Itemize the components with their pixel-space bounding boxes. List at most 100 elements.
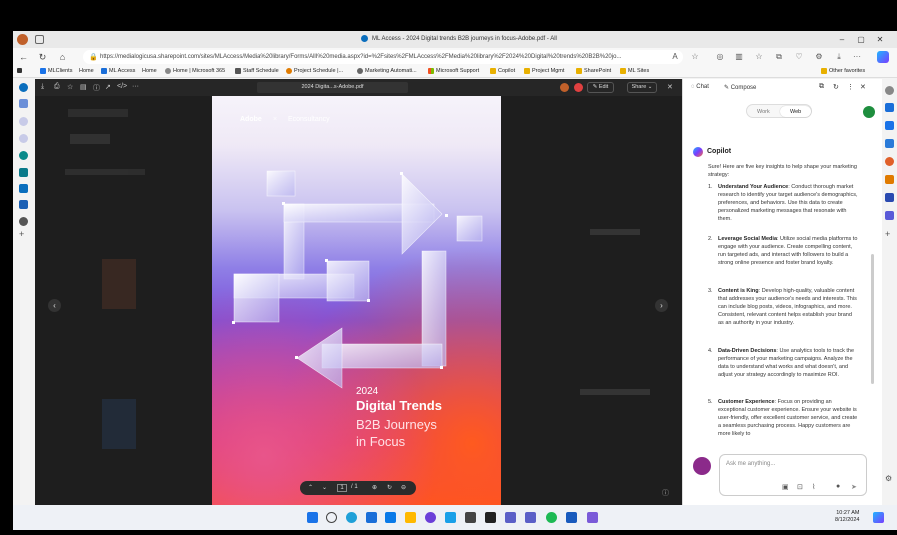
start-icon[interactable] bbox=[307, 512, 318, 523]
share-button[interactable]: Share ⌄ bbox=[627, 82, 657, 93]
app-icon[interactable] bbox=[485, 512, 496, 523]
fav-sharepoint[interactable]: SharePoint bbox=[576, 68, 611, 74]
close-icon[interactable]: ✕ bbox=[874, 34, 886, 45]
teams-icon[interactable] bbox=[505, 512, 516, 523]
favorite-star-icon[interactable]: ☆ bbox=[689, 51, 701, 63]
browser-essentials-icon[interactable]: ♡ bbox=[793, 51, 805, 63]
close-pane-icon[interactable]: ✕ bbox=[860, 83, 866, 91]
fav-microsoft-365[interactable]: Home | Microsoft 365 bbox=[165, 68, 225, 74]
fav-microsoft-support[interactable]: Microsoft Support bbox=[428, 68, 479, 74]
favorites-icon[interactable]: ☆ bbox=[753, 51, 765, 63]
page-down-icon[interactable]: ⌄ bbox=[322, 484, 327, 491]
work-web-toggle[interactable]: Work Web bbox=[746, 104, 812, 118]
fav-ml-sites[interactable]: ML Sites bbox=[620, 68, 649, 74]
fav-project-schedule[interactable]: Project Schedule |... bbox=[286, 68, 343, 74]
more-options-icon[interactable]: ⋮ bbox=[847, 83, 854, 91]
url-input[interactable]: 🔒 https://medialogicusa.sharepoint.com/s… bbox=[83, 50, 683, 64]
save-icon[interactable]: ▤ bbox=[80, 83, 87, 91]
app-icon[interactable] bbox=[465, 512, 476, 523]
code-icon[interactable]: </> bbox=[117, 83, 127, 90]
next-page-arrow-icon[interactable]: › bbox=[655, 299, 668, 312]
rail-app-icon[interactable] bbox=[19, 134, 28, 143]
app-icon[interactable] bbox=[587, 512, 598, 523]
refresh-icon[interactable]: ↻ bbox=[36, 51, 49, 64]
new-topic-icon[interactable] bbox=[693, 457, 711, 475]
info-icon[interactable]: ⓘ bbox=[93, 83, 100, 93]
downloads-icon[interactable]: ⤓ bbox=[833, 51, 845, 63]
toggle-work[interactable]: Work bbox=[757, 109, 770, 115]
clock[interactable]: 10:27 AM 8/12/2024 bbox=[835, 510, 859, 524]
back-icon[interactable]: ← bbox=[17, 51, 30, 64]
open-new-tab-icon[interactable]: ⧉ bbox=[819, 83, 824, 91]
scrollbar[interactable] bbox=[871, 254, 874, 384]
rail-app-icon[interactable] bbox=[19, 83, 28, 92]
other-favorites[interactable]: Other favorites bbox=[821, 68, 865, 74]
rotate-icon[interactable]: ↻ bbox=[387, 484, 392, 491]
fav-staff-schedule[interactable]: Staff Schedule bbox=[235, 68, 279, 74]
fav-home-1[interactable]: Home bbox=[79, 68, 94, 74]
acrobat-icon[interactable] bbox=[574, 83, 583, 92]
rail-app-icon[interactable] bbox=[885, 139, 894, 148]
collections-icon[interactable]: ⧉ bbox=[773, 51, 785, 63]
user-avatar[interactable] bbox=[560, 83, 569, 92]
split-screen-icon[interactable]: ▥ bbox=[733, 51, 745, 63]
app-icon[interactable] bbox=[445, 512, 456, 523]
screenshot-icon[interactable]: ⊡ bbox=[797, 483, 803, 491]
pdf-filename-tab[interactable]: 2024 Digita...s-Adobe.pdf bbox=[257, 82, 408, 93]
microphone-icon[interactable]: ● bbox=[836, 483, 840, 490]
rail-app-icon[interactable] bbox=[19, 151, 28, 160]
tab-chat[interactable]: ◌ Chat bbox=[691, 84, 709, 90]
extension-icon[interactable]: ◎ bbox=[714, 51, 726, 63]
rail-app-icon[interactable] bbox=[19, 117, 28, 126]
edge-icon[interactable] bbox=[346, 512, 357, 523]
page-up-icon[interactable]: ⌃ bbox=[308, 484, 313, 491]
attach-icon[interactable]: ⌇ bbox=[812, 483, 815, 491]
add-icon[interactable]: + bbox=[885, 229, 890, 239]
image-icon[interactable]: ▣ bbox=[782, 483, 789, 491]
search-icon[interactable] bbox=[885, 86, 894, 95]
search-taskbar-icon[interactable] bbox=[326, 512, 337, 523]
rail-app-icon[interactable] bbox=[19, 184, 28, 193]
copilot-button-icon[interactable] bbox=[877, 51, 889, 63]
word-icon[interactable] bbox=[566, 512, 577, 523]
print-icon[interactable]: ⎙ bbox=[54, 83, 60, 91]
more-icon[interactable]: ··· bbox=[132, 83, 139, 90]
rail-app-icon[interactable] bbox=[19, 99, 28, 108]
teams-icon[interactable] bbox=[525, 512, 536, 523]
home-icon[interactable]: ⌂ bbox=[56, 51, 69, 64]
outlook-icon[interactable] bbox=[385, 512, 396, 523]
fav-mlclients[interactable]: MLClients bbox=[40, 68, 72, 74]
toggle-web[interactable]: Web bbox=[790, 109, 801, 115]
rail-app-icon[interactable] bbox=[885, 211, 894, 220]
settings-gear-icon[interactable]: ⚙ bbox=[885, 474, 892, 483]
extension2-icon[interactable]: ⚙ bbox=[813, 51, 825, 63]
fav-copilot[interactable]: Copilot bbox=[490, 68, 515, 74]
fav-project-mgmt[interactable]: Project Mgmt bbox=[524, 68, 564, 74]
app-icon[interactable] bbox=[366, 512, 377, 523]
profile-avatar[interactable] bbox=[17, 34, 28, 45]
favorites-toggle-icon[interactable] bbox=[17, 68, 24, 73]
menu-dots-icon[interactable]: ··· bbox=[851, 51, 863, 63]
star-icon[interactable]: ☆ bbox=[67, 83, 73, 91]
rail-app-icon[interactable] bbox=[885, 157, 894, 166]
open-icon[interactable]: ↗ bbox=[105, 83, 111, 91]
file-explorer-icon[interactable] bbox=[405, 512, 416, 523]
spotify-icon[interactable] bbox=[546, 512, 557, 523]
rail-app-icon[interactable] bbox=[19, 217, 28, 226]
rail-app-icon[interactable] bbox=[885, 193, 894, 202]
zoom-in-icon[interactable]: ⊕ bbox=[372, 484, 377, 491]
help-icon[interactable]: ⓘ bbox=[662, 488, 669, 498]
rail-app-icon[interactable] bbox=[885, 175, 894, 184]
app-icon[interactable] bbox=[425, 512, 436, 523]
previous-page-arrow-icon[interactable]: ‹ bbox=[48, 299, 61, 312]
read-aloud-icon[interactable]: A bbox=[669, 51, 681, 63]
send-icon[interactable]: ➤ bbox=[851, 483, 857, 491]
add-app-icon[interactable]: + bbox=[19, 229, 24, 239]
copilot-taskbar-icon[interactable] bbox=[873, 512, 884, 523]
fav-ml-access[interactable]: ML Access bbox=[101, 68, 135, 74]
edit-button[interactable]: ✎ Edit bbox=[587, 82, 614, 93]
rail-app-icon[interactable] bbox=[19, 200, 28, 209]
close-pdf-icon[interactable]: ✕ bbox=[667, 83, 673, 91]
download-icon[interactable]: ⤓ bbox=[41, 83, 44, 91]
minimize-icon[interactable]: – bbox=[836, 34, 848, 45]
